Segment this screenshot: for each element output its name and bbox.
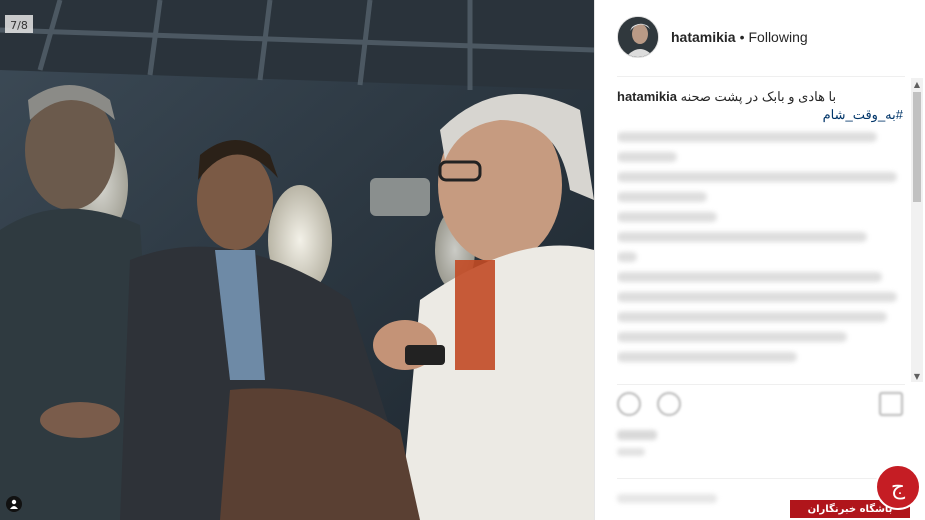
header-separator: •: [739, 29, 745, 45]
caption-username[interactable]: hatamikia: [617, 89, 677, 104]
blurred-comment: [617, 212, 717, 222]
blurred-comment: [617, 172, 897, 182]
post-photo[interactable]: 7/8: [0, 0, 594, 520]
bookmark-icon[interactable]: [879, 392, 903, 416]
username-link[interactable]: hatamikia: [671, 29, 736, 45]
comments-scrollbar[interactable]: ▲ ▼: [911, 78, 923, 382]
blurred-comment: [617, 152, 677, 162]
blurred-comment: [617, 232, 867, 242]
header-divider: [617, 76, 905, 77]
svg-text:ج: ج: [891, 475, 906, 500]
person-icon[interactable]: [6, 496, 22, 512]
follow-status-button[interactable]: Following: [749, 29, 808, 45]
scroll-thumb[interactable]: [913, 92, 921, 202]
photo-illustration: 7/8: [0, 0, 594, 520]
watermark-logo: ج: [875, 464, 921, 510]
caption-text: با هادی و بابک در پشت صحنه: [680, 89, 837, 104]
post-time: [617, 448, 645, 456]
blurred-comment: [617, 312, 887, 322]
blurred-comment: [617, 332, 847, 342]
comment-divider: [617, 478, 905, 479]
avatar[interactable]: [617, 16, 659, 58]
blurred-comment: [617, 352, 797, 362]
caption-hashtag[interactable]: #به_وقت_شام: [617, 106, 903, 124]
comments-list[interactable]: [617, 126, 903, 382]
triangle-down-icon[interactable]: ▼: [911, 370, 923, 382]
blurred-comment: [617, 252, 637, 262]
blurred-comment: [617, 272, 882, 282]
blurred-comment: [617, 292, 897, 302]
blurred-comment: [617, 132, 877, 142]
likes-count[interactable]: [617, 430, 657, 440]
triangle-up-icon[interactable]: ▲: [911, 78, 923, 90]
post-actions: [613, 392, 905, 418]
photo-label: 7/8: [10, 19, 28, 32]
post-header: hatamikia • Following: [617, 15, 907, 59]
heart-icon[interactable]: [617, 392, 641, 416]
post-sidebar: hatamikia • Following hatamikia با هادی و …: [594, 0, 925, 520]
actions-divider: [617, 384, 905, 385]
add-comment-input[interactable]: [617, 494, 717, 503]
comment-icon[interactable]: [657, 392, 681, 416]
blurred-comment: [617, 192, 707, 202]
post-caption: hatamikia با هادی و بابک در پشت صحنه #به…: [617, 88, 903, 124]
